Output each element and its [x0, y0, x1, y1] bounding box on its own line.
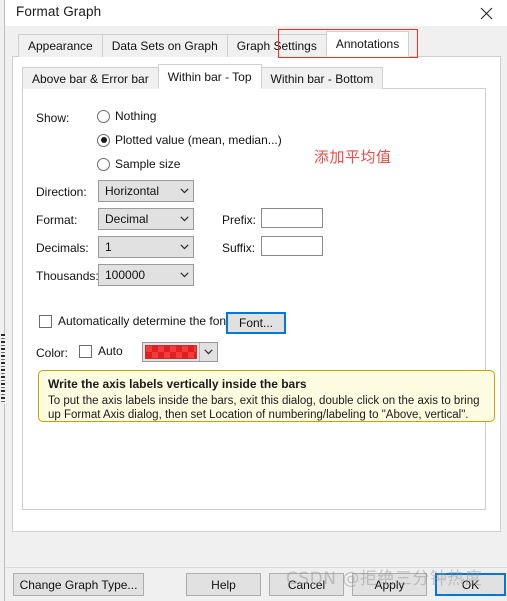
tip-box: Write the axis labels vertically inside …: [38, 370, 495, 422]
cancel-button[interactable]: Cancel: [269, 573, 344, 596]
radio-plotted-value-label: Plotted value (mean, median...): [115, 133, 282, 147]
subtab-within-bar-top-label: Within bar - Top: [167, 69, 252, 84]
color-auto-checkbox-box: [79, 344, 92, 358]
page-title: Format Graph: [16, 4, 102, 19]
tab-graph-settings[interactable]: Graph Settings: [226, 34, 327, 57]
within-bar-top-page: [22, 88, 486, 510]
radio-sample-size[interactable]: Sample size: [97, 157, 180, 171]
color-swatch: [145, 345, 197, 359]
tab-annotations[interactable]: Annotations: [325, 31, 410, 57]
thousands-dropdown[interactable]: 100000: [98, 264, 194, 286]
color-auto-checkbox-label: Auto: [98, 344, 123, 358]
change-graph-type-label: Change Graph Type...: [19, 577, 138, 592]
format-graph-dialog: Format Graph Appearance Data Sets on Gra…: [0, 0, 507, 601]
tab-appearance-label: Appearance: [28, 39, 93, 53]
tab-appearance[interactable]: Appearance: [18, 34, 103, 57]
ok-button[interactable]: OK: [435, 573, 506, 596]
close-icon: [480, 7, 493, 20]
decimals-dropdown[interactable]: 1: [98, 236, 194, 258]
subtab-within-bar-top[interactable]: Within bar - Top: [157, 64, 262, 89]
change-graph-type-button[interactable]: Change Graph Type...: [13, 573, 144, 596]
tab-data-sets-on-graph-label: Data Sets on Graph: [111, 39, 218, 53]
subtab-within-bar-bottom-label: Within bar - Bottom: [270, 71, 374, 86]
radio-plotted-value[interactable]: Plotted value (mean, median...): [97, 133, 282, 147]
tip-body: To put the axis labels inside the bars, …: [48, 395, 480, 421]
decimals-dropdown-value: 1: [105, 240, 112, 254]
chevron-down-icon: [199, 343, 217, 361]
radio-nothing-label: Nothing: [115, 109, 157, 123]
close-button[interactable]: [465, 0, 507, 26]
chevron-down-icon: [175, 272, 193, 278]
prefix-label: Prefix:: [222, 213, 257, 227]
subtab-above-bar-error-bar[interactable]: Above bar & Error bar: [22, 67, 159, 89]
outer-tab-strip: Appearance Data Sets on Graph Graph Sett…: [18, 31, 410, 57]
radio-nothing-indicator: [97, 109, 110, 123]
auto-font-checkbox-box: [39, 314, 52, 328]
subtab-above-bar-error-bar-label: Above bar & Error bar: [32, 71, 149, 86]
ok-label: OK: [461, 577, 480, 592]
format-dropdown-value: Decimal: [105, 212, 149, 226]
thousands-dropdown-value: 100000: [105, 268, 146, 282]
color-label: Color:: [36, 346, 69, 360]
tip-title: Write the axis labels vertically inside …: [48, 377, 307, 391]
direction-label: Direction:: [36, 185, 87, 199]
footer-button-bar: Change Graph Type... Help Cancel Apply O…: [5, 567, 507, 601]
direction-dropdown[interactable]: Horizontal: [98, 180, 194, 202]
font-button[interactable]: Font...: [226, 312, 286, 334]
auto-font-checkbox-label: Automatically determine the font: [58, 314, 230, 328]
tab-data-sets-on-graph[interactable]: Data Sets on Graph: [101, 34, 228, 57]
apply-label: Apply: [374, 577, 405, 592]
chevron-down-icon: [175, 188, 193, 194]
prefix-input[interactable]: [261, 208, 323, 228]
color-auto-checkbox[interactable]: Auto: [79, 344, 123, 358]
chevron-down-icon: [175, 244, 193, 250]
help-label: Help: [211, 577, 236, 592]
format-label: Format:: [36, 213, 78, 227]
tab-annotations-label: Annotations: [335, 37, 400, 51]
inner-tab-strip: Above bar & Error bar Within bar - Top W…: [22, 64, 384, 89]
cancel-label: Cancel: [287, 577, 326, 592]
format-dropdown[interactable]: Decimal: [98, 208, 194, 230]
dialog-content: Appearance Data Sets on Graph Graph Sett…: [6, 26, 507, 567]
apply-button[interactable]: Apply: [352, 573, 427, 596]
direction-dropdown-value: Horizontal: [105, 184, 160, 198]
color-picker-dropdown[interactable]: [142, 342, 218, 362]
suffix-label: Suffix:: [222, 241, 256, 255]
edge-artifact: [1, 334, 5, 404]
annotation-note: 添加平均值: [314, 148, 392, 166]
font-button-label: Font...: [238, 316, 273, 330]
thousands-label: Thousands:: [36, 269, 99, 283]
show-label: Show:: [36, 111, 70, 125]
radio-sample-size-label: Sample size: [115, 157, 181, 171]
radio-nothing[interactable]: Nothing: [97, 109, 156, 123]
title-bar: Format Graph: [5, 0, 507, 26]
subtab-within-bar-bottom[interactable]: Within bar - Bottom: [260, 67, 384, 89]
auto-font-checkbox[interactable]: Automatically determine the font: [39, 314, 229, 328]
decimals-label: Decimals:: [36, 241, 89, 255]
window-left-border: [0, 0, 5, 601]
tab-graph-settings-label: Graph Settings: [236, 39, 317, 53]
chevron-down-icon: [175, 216, 193, 222]
help-button[interactable]: Help: [186, 573, 261, 596]
radio-sample-size-indicator: [97, 157, 110, 171]
suffix-input[interactable]: [261, 236, 323, 256]
radio-plotted-value-indicator: [97, 133, 110, 147]
